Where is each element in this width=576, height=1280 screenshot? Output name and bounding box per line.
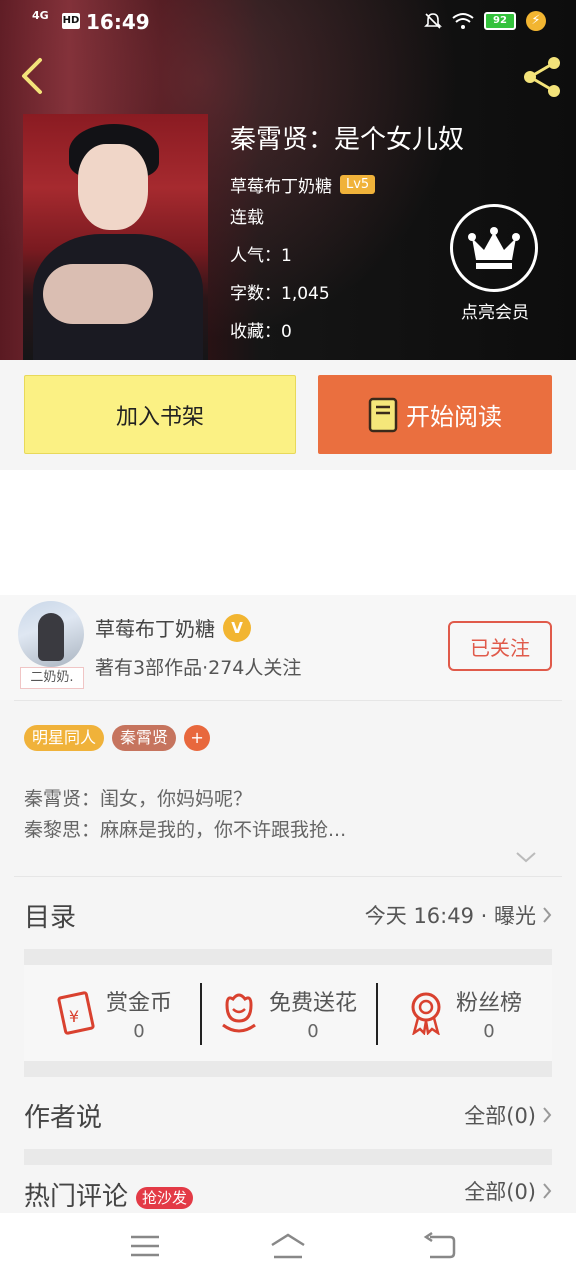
level-badge: Lv5 — [340, 175, 376, 194]
stat-label: 粉丝榜 — [455, 990, 522, 1016]
book-title: 秦霄贤：是个女儿奴 — [230, 125, 465, 155]
author-says-link: 全部(0) — [464, 1104, 536, 1128]
chevron-right-icon — [543, 1107, 552, 1123]
book-icon — [368, 397, 398, 432]
book-author[interactable]: 草莓布丁奶糖 — [230, 172, 332, 197]
author-says-row[interactable]: 作者说 全部(0) — [24, 1080, 552, 1150]
stat-value: 0 — [483, 1020, 495, 1042]
crown-icon — [468, 227, 520, 269]
tag-item[interactable]: 明星同人 — [24, 725, 105, 751]
back-button[interactable] — [16, 56, 50, 96]
section-spacer — [24, 1149, 552, 1165]
hot-comments-link: 全部(0) — [464, 1180, 536, 1204]
menu-icon[interactable] — [125, 1231, 165, 1261]
back-nav-icon[interactable] — [420, 1231, 460, 1261]
start-reading-label: 开始阅读 — [406, 403, 502, 431]
book-cover[interactable] — [23, 114, 208, 360]
chevron-right-icon — [543, 907, 552, 923]
stat-flower[interactable]: 免费送花 0 — [200, 965, 376, 1061]
start-reading-button[interactable]: 开始阅读 — [318, 375, 552, 454]
toc-update: 今天 16:49 · 曝光 — [364, 904, 536, 928]
author-avatar[interactable] — [18, 601, 84, 667]
svg-text:¥: ¥ — [69, 1007, 79, 1026]
author-says-title: 作者说 — [24, 1102, 103, 1133]
section-spacer — [24, 1061, 552, 1077]
stat-fans[interactable]: 粉丝榜 0 — [376, 965, 552, 1061]
stat-label: 赏金币 — [105, 990, 172, 1016]
chevron-right-icon — [543, 1183, 552, 1199]
network-indicator: 4G — [32, 9, 49, 22]
book-info: 秦霄贤：是个女儿奴 草莓布丁奶糖 Lv5 连载 人气：1 字数：1,045 收藏… — [230, 120, 464, 351]
author-card[interactable]: 二奶奶. 草莓布丁奶糖 V 著有3部作品·274人关注 已关注 — [0, 595, 576, 700]
red-envelope-icon: ¥ — [57, 991, 95, 1035]
mute-icon — [424, 13, 442, 29]
sofa-badge: 抢沙发 — [136, 1187, 194, 1209]
home-icon[interactable] — [268, 1231, 308, 1261]
popularity: 人气：1 — [230, 246, 292, 266]
battery-indicator: 92 — [484, 12, 516, 30]
author-stats: 著有3部作品·274人关注 — [95, 657, 302, 679]
author-name[interactable]: 草莓布丁奶糖 — [95, 613, 215, 642]
follow-button[interactable]: 已关注 — [448, 621, 552, 671]
book-excerpt: 秦霄贤：闺女，你妈妈呢？ 秦黎思：麻麻是我的，你不许跟我抢... — [24, 784, 554, 846]
status-bar: 4G HD 16:49 92 ⚡ — [0, 0, 576, 44]
stat-value: 0 — [133, 1020, 145, 1042]
book-header: 4G HD 16:49 92 ⚡ 秦霄贤：是个女儿奴 草莓布丁奶糖 Lv5 连载… — [0, 0, 576, 360]
hot-comments-row[interactable]: 热门评论 抢沙发 全部(0) — [24, 1168, 552, 1213]
toc-title: 目录 — [24, 902, 77, 933]
add-to-shelf-button[interactable]: 加入书架 — [24, 375, 296, 454]
tag-list: 明星同人 秦霄贤 + — [24, 725, 211, 751]
hd-indicator: HD — [62, 13, 80, 29]
stat-value: 0 — [307, 1020, 319, 1042]
toc-row[interactable]: 目录 今天 16:49 · 曝光 — [24, 880, 552, 950]
medal-icon — [411, 992, 441, 1035]
divider — [14, 876, 562, 877]
add-tag-button[interactable]: + — [184, 725, 211, 751]
system-nav-bar — [0, 1213, 576, 1280]
wifi-icon — [452, 13, 474, 29]
vip-button[interactable]: 点亮会员 — [450, 204, 540, 324]
excerpt-line: 秦黎思：麻麻是我的，你不许跟我抢... — [24, 819, 347, 841]
excerpt-line: 秦霄贤：闺女，你妈妈呢？ — [24, 788, 253, 810]
tag-item[interactable]: 秦霄贤 — [112, 725, 177, 751]
charging-icon: ⚡ — [526, 11, 546, 31]
verified-icon: V — [223, 613, 251, 642]
stat-reward[interactable]: ¥ 赏金币 0 — [24, 965, 200, 1061]
stat-label: 免费送花 — [268, 990, 357, 1016]
favorites-count: 收藏：0 — [230, 322, 292, 342]
hot-comments-title: 热门评论 — [24, 1182, 129, 1212]
word-count: 字数：1,045 — [230, 284, 330, 304]
flower-icon — [222, 993, 256, 1033]
vip-label: 点亮会员 — [461, 303, 529, 323]
action-bar: 加入书架 开始阅读 — [0, 360, 576, 470]
share-button[interactable] — [520, 54, 566, 100]
avatar-tag: 二奶奶. — [20, 667, 84, 689]
chevron-down-icon[interactable] — [515, 850, 537, 864]
reward-stats: ¥ 赏金币 0 免费送花 0 粉丝榜 0 — [24, 965, 552, 1061]
divider — [14, 700, 562, 701]
book-status: 连载 — [230, 208, 264, 228]
blank-area — [0, 470, 576, 595]
section-spacer — [24, 949, 552, 965]
status-time: 16:49 — [86, 10, 150, 34]
